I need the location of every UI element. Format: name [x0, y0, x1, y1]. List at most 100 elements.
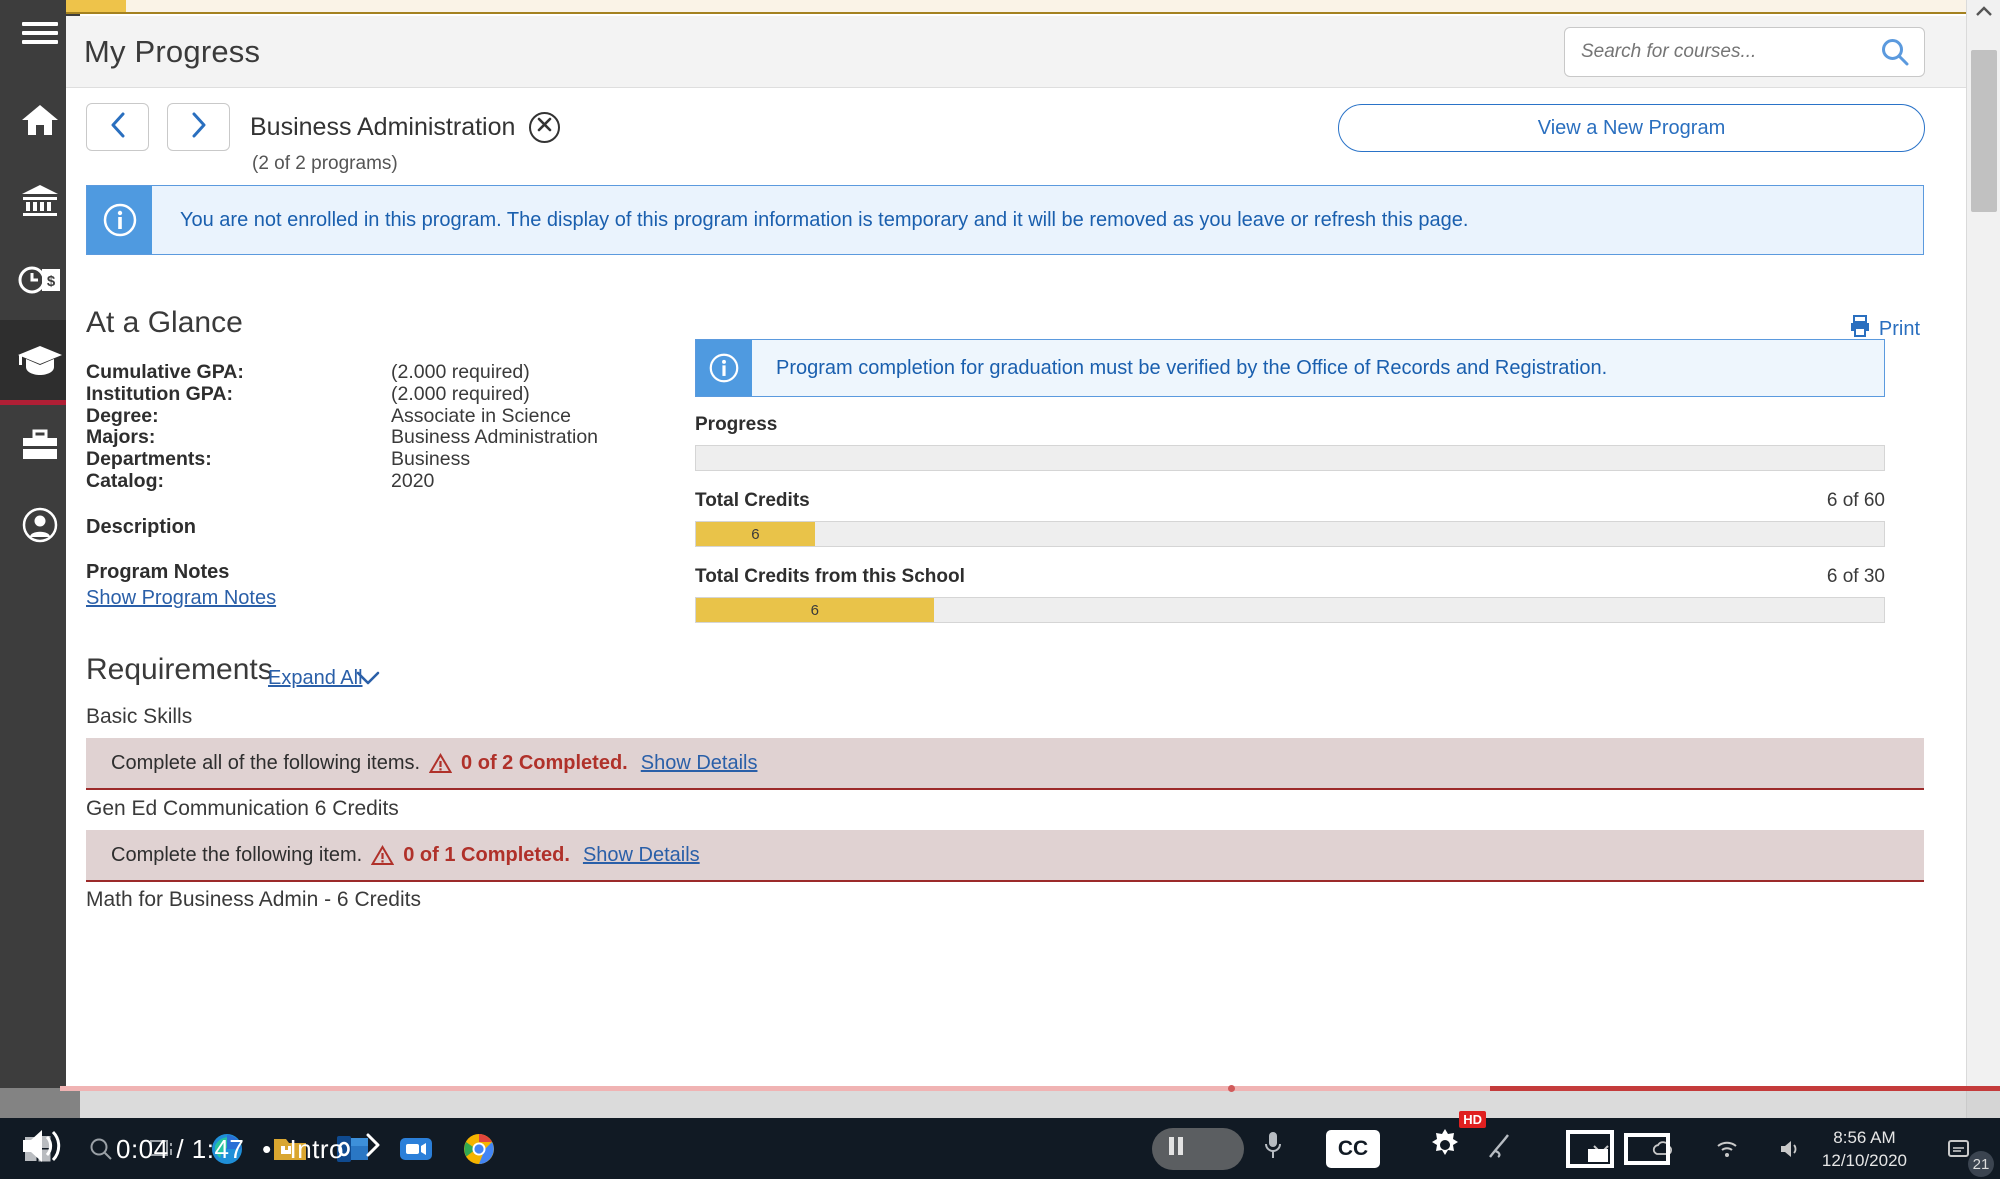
- expand-all-link[interactable]: Expand All: [268, 667, 363, 690]
- program-count: (2 of 2 programs): [252, 153, 398, 174]
- picture-in-picture-button[interactable]: [1566, 1129, 1614, 1168]
- notification-center-icon[interactable]: 21: [1929, 1118, 1994, 1179]
- progress-bar-fill: 6: [696, 598, 934, 622]
- video-overlay-strip: [0, 1088, 2000, 1118]
- vertical-scrollbar[interactable]: [1966, 0, 2000, 1118]
- screen: $ My Progress Search for courses... Busi…: [0, 0, 2000, 1179]
- total-credits-label: Total Credits 6 of 60: [695, 490, 1885, 512]
- requirements-heading: Requirements: [86, 653, 273, 686]
- enrollment-notice: You are not enrolled in this program. Th…: [86, 185, 1924, 255]
- briefcase-icon: [21, 429, 59, 461]
- show-program-notes-link[interactable]: Show Program Notes: [86, 587, 276, 610]
- fullscreen-button[interactable]: [1624, 1132, 1670, 1165]
- next-program-button[interactable]: [167, 103, 230, 151]
- description-heading: Description: [86, 516, 197, 538]
- bar-value: 6 of 30: [1826, 566, 1885, 587]
- progress-label: Progress: [695, 414, 778, 435]
- video-scrubber[interactable]: [60, 1085, 2000, 1092]
- progress-bar: 6: [695, 521, 1885, 547]
- show-details-link[interactable]: Show Details: [641, 752, 758, 775]
- google-chrome-icon[interactable]: [447, 1118, 510, 1179]
- hamburger-icon: [22, 17, 58, 49]
- video-time-display: 0:04 / 1:47 • Intro: [116, 1132, 382, 1165]
- program-identity: Business Administration (2 of 2 programs…: [250, 103, 561, 175]
- fact-row: Catalog: 2020: [86, 469, 598, 493]
- video-scrubber-remaining: [1490, 1086, 2000, 1091]
- bar-label: Total Credits: [695, 490, 810, 511]
- hd-badge: HD: [1459, 1111, 1486, 1128]
- bar-label: Total Credits from this School: [695, 566, 965, 587]
- windows-taskbar: 8:56 AM 12/10/2020 21 0:04 / 1:47 • Intr…: [0, 1111, 2000, 1179]
- close-icon: [536, 116, 553, 138]
- fact-label: Institution GPA:: [86, 382, 233, 405]
- at-a-glance-facts: Cumulative GPA: (2.000 required) Institu…: [86, 361, 598, 493]
- warning-icon: [371, 844, 395, 866]
- page-title: My Progress: [84, 34, 261, 69]
- pause-icon: [1166, 1135, 1186, 1162]
- svg-text:$: $: [47, 273, 56, 290]
- volume-icon[interactable]: [1759, 1118, 1822, 1179]
- zoom-icon[interactable]: [384, 1118, 447, 1179]
- taskbar-clock[interactable]: 8:56 AM 12/10/2020: [1822, 1126, 1907, 1172]
- scrollbar-thumb[interactable]: [1971, 50, 1997, 212]
- video-settings-button[interactable]: HD: [1426, 1111, 1486, 1170]
- graduation-cap-icon: [17, 343, 63, 377]
- page-loading-bar-fill: [66, 0, 126, 12]
- network-icon[interactable]: [1696, 1118, 1759, 1179]
- previous-program-button[interactable]: [86, 103, 149, 151]
- fact-value: (2.000 required): [391, 361, 530, 383]
- course-search-box[interactable]: [1564, 27, 1925, 77]
- fact-label: Catalog:: [86, 469, 164, 492]
- progress-bar-fill: 6: [696, 522, 815, 546]
- fact-label: Cumulative GPA:: [86, 361, 244, 383]
- gear-icon: [1426, 1129, 1464, 1169]
- program-navigation: Business Administration (2 of 2 programs…: [86, 103, 561, 175]
- scroll-up-arrow[interactable]: [1967, 4, 2000, 22]
- video-scrubber-handle[interactable]: [1228, 1085, 1235, 1092]
- microphone-icon[interactable]: [1262, 1129, 1284, 1168]
- bank-icon: [21, 184, 59, 216]
- chevron-down-icon[interactable]: [356, 670, 380, 691]
- notification-badge: 21: [1968, 1151, 1994, 1177]
- requirement-group-title: Basic Skills: [86, 705, 193, 728]
- video-scrubber-played: [60, 1086, 1490, 1091]
- main-content: Business Administration (2 of 2 programs…: [66, 88, 1966, 1091]
- warning-icon: [429, 752, 453, 774]
- requirement-group-title: Math for Business Admin - 6 Credits: [86, 888, 421, 911]
- video-player-controls-left: 0:04 / 1:47 • Intro: [20, 1118, 382, 1179]
- search-input[interactable]: [1565, 41, 1880, 63]
- show-details-link[interactable]: Show Details: [583, 844, 700, 867]
- pause-button[interactable]: [1152, 1127, 1244, 1170]
- chevron-left-icon: [110, 112, 126, 143]
- requirement-group-title: Gen Ed Communication 6 Credits: [86, 797, 399, 820]
- fact-row: Cumulative GPA: (2.000 required): [86, 361, 598, 384]
- program-notes-heading: Program Notes: [86, 561, 230, 583]
- fact-label: Majors:: [86, 426, 156, 449]
- school-credits-progress: Total Credits from this School 6 of 30 6: [695, 566, 1885, 623]
- info-icon: [87, 186, 152, 254]
- fact-row: Departments: Business: [86, 448, 598, 471]
- requirement-count: 0 of 1 Completed.: [403, 843, 570, 866]
- page-loading-bar: [66, 0, 2000, 14]
- fact-value: Business: [391, 448, 471, 471]
- remove-program-button[interactable]: [529, 111, 561, 143]
- video-time-text: 0:04 / 1:47: [116, 1134, 245, 1164]
- fact-row: Degree: Associate in Science: [86, 404, 598, 428]
- total-credits-progress: Total Credits 6 of 60 6: [695, 490, 1885, 547]
- search-icon[interactable]: [1880, 37, 1924, 67]
- page-header: My Progress: [66, 16, 1966, 88]
- print-label: Print: [1878, 317, 1920, 340]
- clock-dollar-icon: $: [18, 265, 62, 295]
- graduation-notice: Program completion for graduation must b…: [695, 339, 1885, 397]
- fact-value: Associate in Science: [391, 404, 571, 427]
- fact-row: Majors: Business Administration: [86, 427, 598, 449]
- closed-captions-button[interactable]: CC: [1326, 1129, 1380, 1168]
- video-player-controls-right: CC HD: [1152, 1111, 1670, 1179]
- video-volume-icon[interactable]: [20, 1126, 64, 1171]
- home-icon: [21, 103, 59, 137]
- fact-value: (2.000 required): [391, 382, 530, 405]
- chevron-right-icon[interactable]: [364, 1133, 382, 1164]
- annotate-icon[interactable]: [1486, 1131, 1512, 1166]
- fact-row: Institution GPA: (2.000 required): [86, 382, 598, 406]
- view-new-program-button[interactable]: View a New Program: [1338, 104, 1925, 152]
